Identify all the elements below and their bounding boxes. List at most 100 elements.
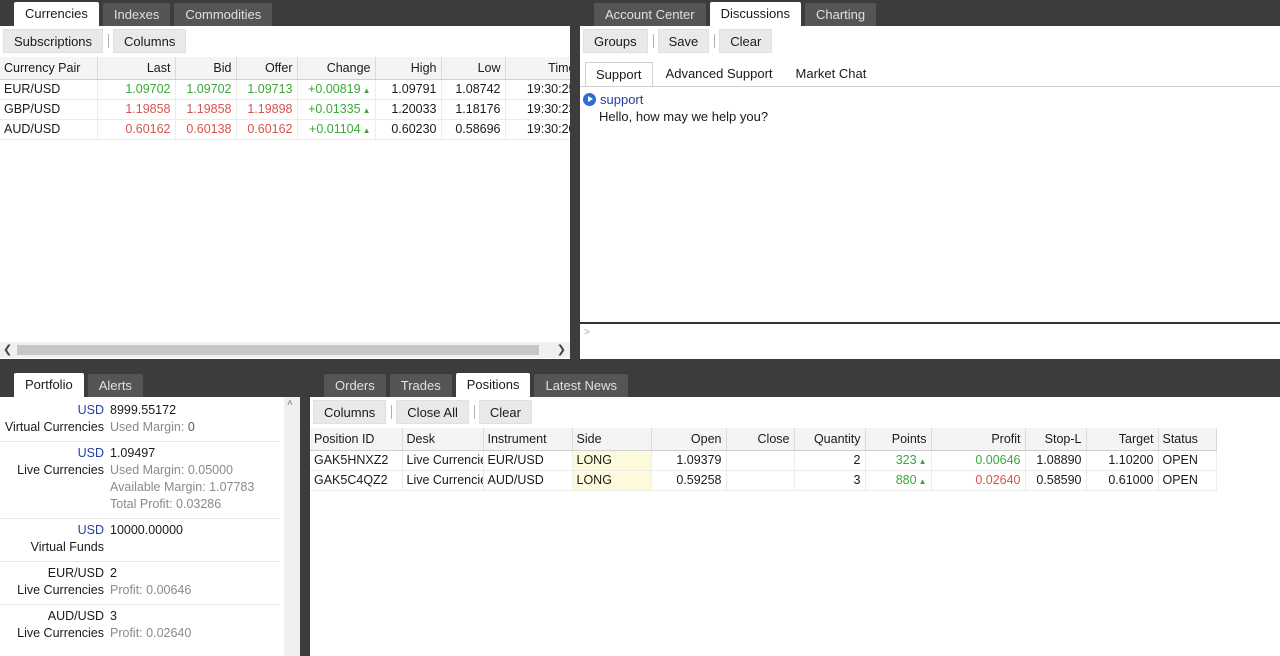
- scrollbar-thumb[interactable]: [17, 345, 539, 355]
- change-cell: +0.01104 ▲: [297, 119, 376, 140]
- col-offer[interactable]: Offer: [236, 57, 298, 80]
- toolbar-divider: [391, 405, 393, 419]
- tab-market-chat[interactable]: Market Chat: [786, 62, 877, 86]
- groups-button[interactable]: Groups: [583, 29, 648, 53]
- pair-cell: EUR/USD: [0, 79, 98, 100]
- change-cell: +0.01335 ▲: [297, 99, 376, 120]
- col-change[interactable]: Change: [297, 57, 376, 80]
- tab-trades[interactable]: Trades: [389, 374, 452, 398]
- time-cell: 19:30:23: [505, 99, 570, 120]
- table-row[interactable]: GBP/USD 1.19858 1.19858 1.19898 +0.01335…: [0, 99, 570, 120]
- col-status[interactable]: Status: [1158, 428, 1217, 451]
- high-cell: 1.09791: [375, 79, 442, 100]
- currency-code: USD: [77, 523, 104, 537]
- col-currency-pair[interactable]: Currency Pair: [0, 57, 98, 80]
- tab-commodities[interactable]: Commodities: [174, 3, 273, 27]
- save-button[interactable]: Save: [657, 29, 710, 53]
- up-arrow-icon: ▲: [918, 457, 927, 466]
- tab-charting[interactable]: Charting: [804, 3, 877, 27]
- instrument-cell: EUR/USD: [483, 450, 573, 471]
- tab-advanced-support[interactable]: Advanced Support: [656, 62, 783, 86]
- scroll-up-icon[interactable]: ˄: [287, 398, 293, 409]
- stop-loss-cell: 0.58590: [1025, 470, 1087, 491]
- tab-positions[interactable]: Positions: [455, 373, 531, 398]
- horizontal-scrollbar[interactable]: ❮ ❯: [0, 342, 570, 358]
- discussions-pane: Groups Save Clear Support Advanced Suppo…: [580, 26, 1280, 359]
- portfolio-tabbar: Portfolio Alerts: [14, 373, 147, 398]
- account-value: 10000.00000: [110, 523, 183, 537]
- subscriptions-button[interactable]: Subscriptions: [3, 29, 104, 53]
- last-cell: 1.19858: [97, 99, 176, 120]
- quotes-header-row: Currency Pair Last Bid Offer Change High…: [0, 57, 570, 80]
- clear-button[interactable]: Clear: [719, 29, 773, 53]
- tab-alerts[interactable]: Alerts: [87, 374, 143, 398]
- col-close[interactable]: Close: [726, 428, 795, 451]
- account-label: Virtual Currencies: [4, 420, 104, 434]
- quotes-table: Currency Pair Last Bid Offer Change High…: [0, 57, 570, 140]
- columns-button[interactable]: Columns: [113, 29, 187, 53]
- scroll-left-icon[interactable]: ❮: [3, 342, 12, 358]
- toolbar-divider: [108, 34, 110, 48]
- tab-orders[interactable]: Orders: [324, 374, 386, 398]
- tab-portfolio[interactable]: Portfolio: [14, 373, 84, 398]
- col-quantity[interactable]: Quantity: [794, 428, 866, 451]
- toolbar-divider: [473, 405, 475, 419]
- col-instrument[interactable]: Instrument: [483, 428, 573, 451]
- last-cell: 0.60162: [97, 119, 176, 140]
- col-position-id[interactable]: Position ID: [310, 428, 403, 451]
- col-profit[interactable]: Profit: [931, 428, 1026, 451]
- open-cell: 1.09379: [651, 450, 727, 471]
- change-value: +0.00819: [308, 82, 361, 96]
- detail-line: Profit: 0.02640: [110, 626, 192, 640]
- close-all-button[interactable]: Close All: [396, 400, 469, 424]
- quotes-table-wrap: Currency Pair Last Bid Offer Change High…: [0, 57, 570, 341]
- input-prompt: >: [584, 327, 590, 338]
- table-row[interactable]: AUD/USD 0.60162 0.60138 0.60162 +0.01104…: [0, 119, 570, 140]
- points-value: 880: [895, 473, 917, 487]
- positions-toolbar: Columns Close All Clear: [310, 397, 1280, 427]
- toolbar-divider: [652, 34, 654, 48]
- scroll-right-icon[interactable]: ❯: [557, 342, 566, 358]
- col-desk[interactable]: Desk: [402, 428, 484, 451]
- high-cell: 0.60230: [375, 119, 442, 140]
- tab-discussions[interactable]: Discussions: [709, 2, 801, 27]
- col-target[interactable]: Target: [1086, 428, 1159, 451]
- col-high[interactable]: High: [375, 57, 442, 80]
- target-cell: 1.10200: [1086, 450, 1159, 471]
- vertical-scrollbar[interactable]: ˄: [284, 397, 300, 656]
- col-stop-loss[interactable]: Stop-L: [1025, 428, 1087, 451]
- points-value: 323: [895, 453, 917, 467]
- list-item: USD Virtual Currencies 8999.55172 Used Mar…: [0, 399, 280, 442]
- currency-code: USD: [77, 403, 104, 417]
- col-bid[interactable]: Bid: [175, 57, 237, 80]
- columns-button[interactable]: Columns: [313, 400, 387, 424]
- tab-currencies[interactable]: Currencies: [14, 2, 99, 27]
- table-row[interactable]: GAK5C4QZ2 Live Currencies AUD/USD LONG 0…: [310, 470, 1217, 491]
- detail-line: Used Margin: 0.05000: [110, 463, 234, 477]
- clear-button[interactable]: Clear: [478, 400, 532, 424]
- col-points[interactable]: Points: [865, 428, 932, 451]
- col-last[interactable]: Last: [97, 57, 176, 80]
- detail-line: Total Profit: 0.03286: [110, 497, 222, 511]
- table-row[interactable]: GAK5HNXZ2 Live Currencies EUR/USD LONG 1…: [310, 450, 1217, 471]
- table-row[interactable]: EUR/USD 1.09702 1.09702 1.09713 +0.00819…: [0, 79, 570, 100]
- col-side[interactable]: Side: [572, 428, 652, 451]
- account-value: 3: [110, 609, 117, 623]
- bid-cell: 1.09702: [175, 79, 237, 100]
- tab-support[interactable]: Support: [585, 62, 653, 86]
- position-id-cell: GAK5HNXZ2: [310, 450, 403, 471]
- position-id-cell: GAK5C4QZ2: [310, 470, 403, 491]
- chat-input[interactable]: >: [580, 322, 1280, 359]
- portfolio-pane: USD Virtual Currencies 8999.55172 Used Mar…: [0, 397, 300, 656]
- col-time[interactable]: Time: [505, 57, 570, 80]
- col-low[interactable]: Low: [441, 57, 506, 80]
- tab-latest-news[interactable]: Latest News: [534, 374, 629, 398]
- pair-cell: AUD/USD: [0, 119, 98, 140]
- tab-account-center[interactable]: Account Center: [594, 3, 706, 27]
- col-open[interactable]: Open: [651, 428, 727, 451]
- positions-pane: Columns Close All Clear Position ID Desk…: [310, 397, 1280, 656]
- account-value: 1.09497: [110, 446, 156, 460]
- account-value: 8999.55172: [110, 403, 177, 417]
- discussion-tabbar: Account Center Discussions Charting: [594, 2, 880, 27]
- tab-indexes[interactable]: Indexes: [102, 3, 171, 27]
